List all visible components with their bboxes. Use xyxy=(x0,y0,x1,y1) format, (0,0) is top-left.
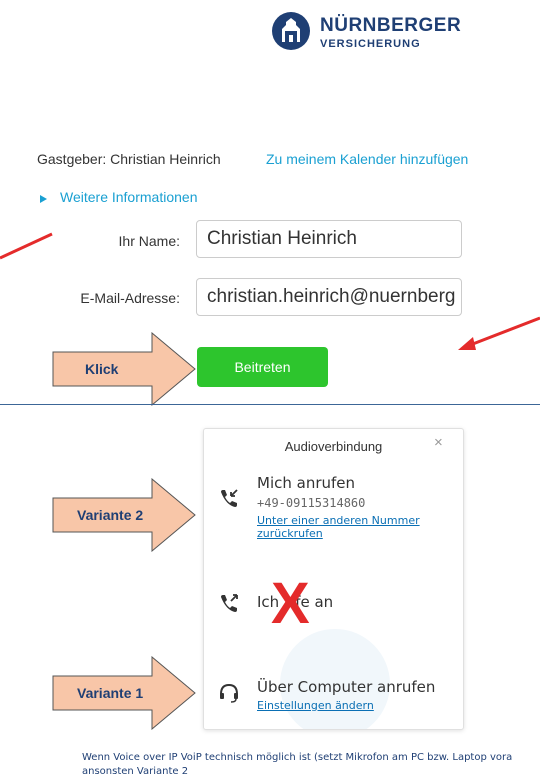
email-input[interactable]: christian.heinrich@nuernberg xyxy=(196,278,462,316)
red-x-mark: X xyxy=(271,571,310,636)
host-text: Gastgeber: Christian Heinrich xyxy=(37,151,221,167)
phone-number: +49-09115314860 xyxy=(257,496,366,510)
phone-incoming-icon xyxy=(221,489,238,507)
nuernberger-logo-icon xyxy=(272,12,310,50)
logo-subtitle: VERSICHERUNG xyxy=(320,38,421,50)
expand-triangle-icon[interactable] xyxy=(40,195,47,203)
name-input[interactable]: Christian Heinrich xyxy=(196,220,462,258)
call-me-option[interactable]: Mich anrufen xyxy=(257,474,355,492)
join-button[interactable]: Beitreten xyxy=(197,347,328,387)
headset-icon xyxy=(220,683,238,703)
click-annotation-label: Klick xyxy=(85,361,119,377)
logo-name: NÜRNBERGER xyxy=(320,15,462,36)
call-via-computer-option[interactable]: Über Computer anrufen xyxy=(257,678,435,696)
footer-note: Wenn Voice over IP VoiP technisch möglic… xyxy=(82,751,540,779)
email-label: E-Mail-Adresse: xyxy=(80,290,180,306)
dialog-title: Audioverbindung xyxy=(284,439,383,454)
call-other-number-link[interactable]: Unter einer anderen Nummer zurückrufen xyxy=(257,514,437,540)
name-label: Ihr Name: xyxy=(118,233,180,249)
phone-outgoing-icon xyxy=(221,594,238,612)
footer-line-1: Wenn Voice over IP VoiP technisch möglic… xyxy=(82,752,513,763)
variant1-annotation-label: Variante 1 xyxy=(77,685,144,701)
red-annotation-line-left xyxy=(0,232,53,260)
variant2-annotation-label: Variante 2 xyxy=(77,507,144,523)
close-icon[interactable]: × xyxy=(434,434,443,451)
audio-connection-dialog: Audioverbindung × Mich anrufen +49-09115… xyxy=(203,428,464,730)
add-to-calendar-link[interactable]: Zu meinem Kalender hinzufügen xyxy=(266,151,468,167)
section-divider xyxy=(0,404,540,405)
click-annotation-arrow xyxy=(52,332,196,406)
footer-line-2: ansonsten Variante 2 xyxy=(82,766,189,777)
red-annotation-arrow-right xyxy=(458,316,540,350)
more-info-toggle[interactable]: Weitere Informationen xyxy=(60,189,197,205)
change-settings-link[interactable]: Einstellungen ändern xyxy=(257,699,374,712)
